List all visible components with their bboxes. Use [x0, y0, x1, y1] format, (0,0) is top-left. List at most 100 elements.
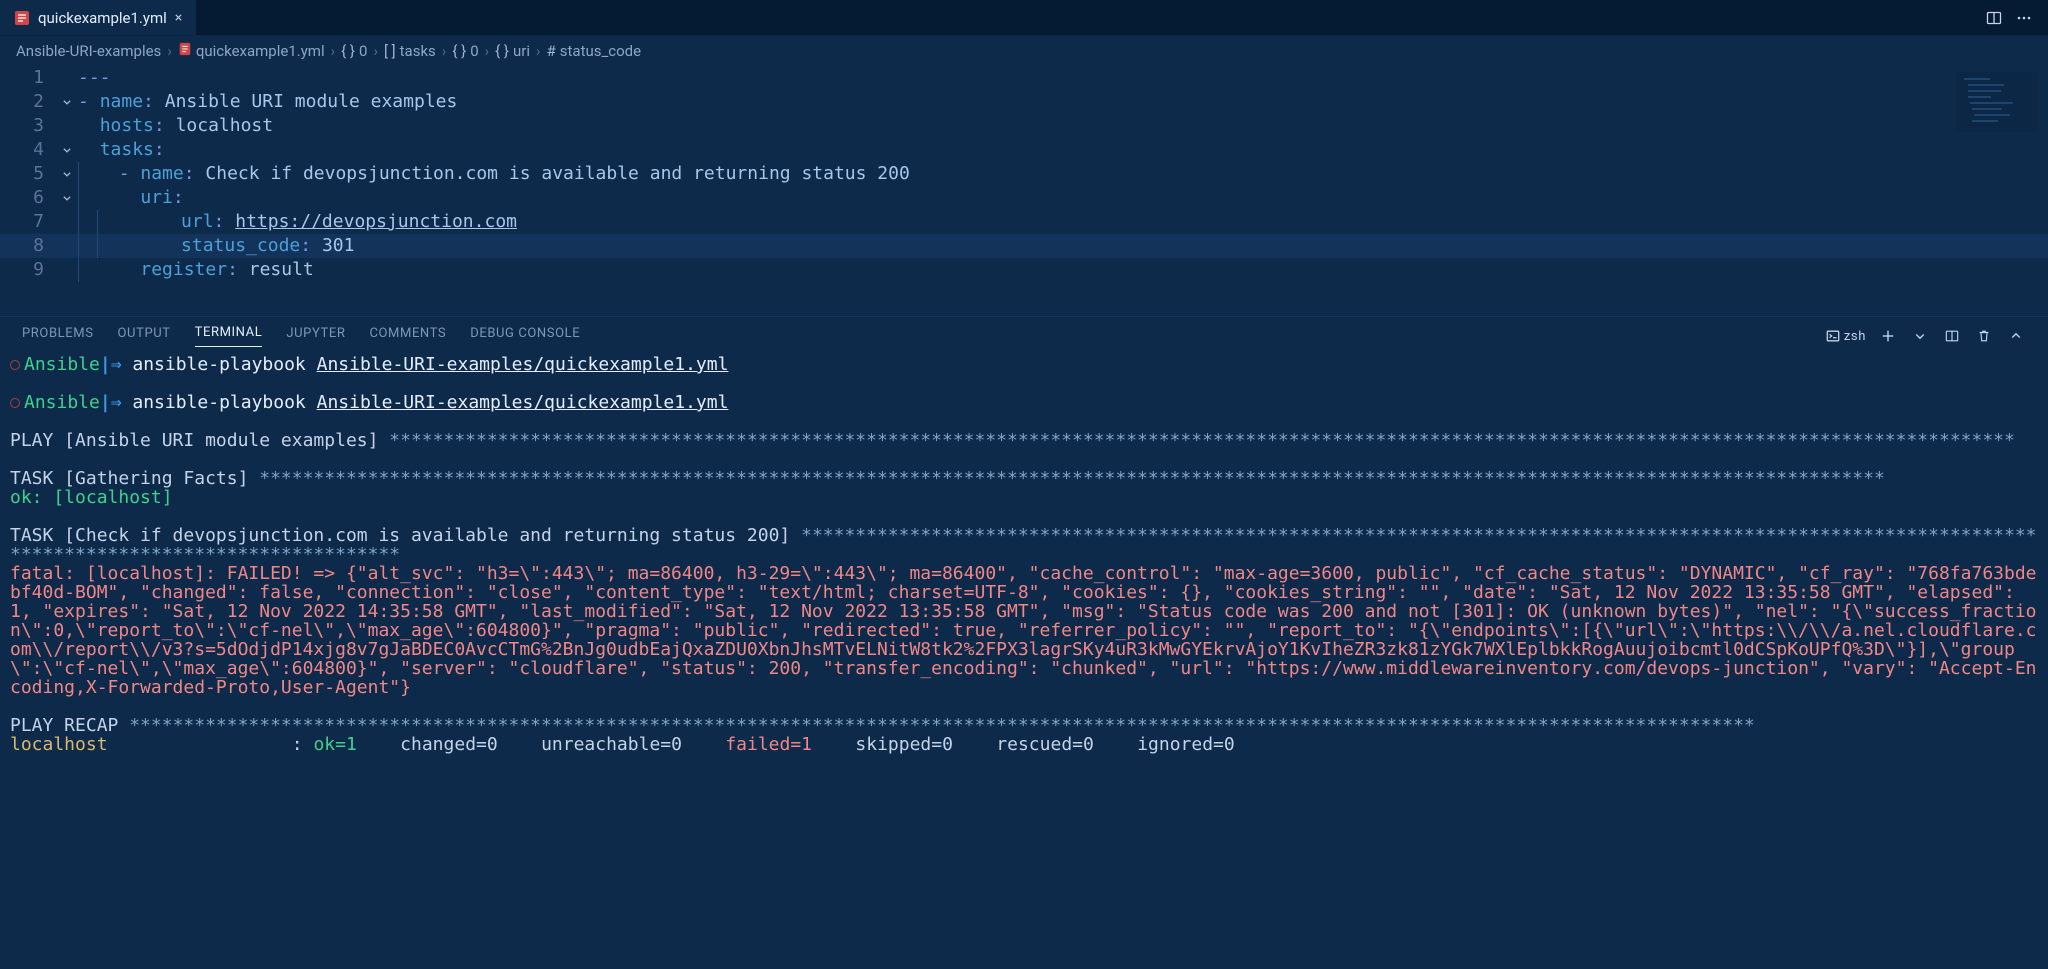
line-number: 6 — [0, 186, 56, 210]
breadcrumb-text: status_code — [560, 42, 641, 60]
code-content: - name: Check if devopsjunction.com is a… — [97, 162, 910, 186]
trash-icon[interactable] — [1974, 326, 1994, 346]
code-content: hosts: localhost — [78, 114, 273, 138]
tab-bar: quickexample1.yml × — [0, 0, 2048, 36]
shell-name: zsh — [1844, 329, 1866, 344]
braces-icon: { } — [452, 42, 466, 60]
editor[interactable]: 1 --- 2 - name: Ansible URI module examples… — [0, 66, 2048, 316]
breadcrumb[interactable]: Ansible-URI-examples › quickexample1.yml › {… — [0, 36, 2048, 66]
prompt-command: ansible-playbook — [132, 392, 316, 413]
fold-toggle[interactable] — [56, 145, 78, 155]
braces-icon: { } — [341, 42, 355, 60]
breadcrumb-sep: › — [442, 42, 447, 60]
panel-tab-problems[interactable]: PROBLEMS — [22, 326, 94, 347]
breadcrumb-text: 0 — [359, 42, 367, 60]
breadcrumb-item[interactable]: { } 0 — [341, 42, 367, 60]
more-actions-icon[interactable] — [2014, 8, 2034, 28]
indent-guide — [78, 258, 97, 282]
breadcrumb-sep: › — [167, 42, 172, 60]
panel-tab-jupyter[interactable]: JUPYTER — [286, 326, 345, 347]
breadcrumb-sep: › — [373, 42, 378, 60]
fold-toggle[interactable] — [56, 97, 78, 107]
split-terminal-icon[interactable] — [1942, 326, 1962, 346]
minimap[interactable] — [1956, 72, 2038, 132]
code-line[interactable]: 1 --- — [0, 66, 2048, 90]
prompt-arg: Ansible-URI-examples/quickexample1.yml — [317, 392, 729, 413]
code-line[interactable]: 3 hosts: localhost — [0, 114, 2048, 138]
chevron-down-icon[interactable] — [1910, 326, 1930, 346]
line-number: 9 — [0, 258, 56, 282]
breadcrumb-item[interactable]: { } 0 — [452, 42, 478, 60]
split-editor-icon[interactable] — [1984, 8, 2004, 28]
shell-indicator[interactable]: zsh — [1826, 329, 1866, 344]
tab-close-icon[interactable]: × — [175, 10, 182, 26]
code-content: status_code: 301 — [116, 234, 354, 258]
breadcrumb-sep: › — [536, 42, 541, 60]
code-body[interactable]: 1 --- 2 - name: Ansible URI module examples… — [0, 66, 2048, 282]
breadcrumb-item[interactable]: #status_code — [547, 42, 642, 60]
line-number: 2 — [0, 90, 56, 114]
prompt-env: Ansible — [24, 354, 100, 375]
breadcrumb-item[interactable]: { } uri — [495, 42, 530, 60]
code-line[interactable]: 6 uri: — [0, 186, 2048, 210]
tab-filename: quickexample1.yml — [38, 9, 167, 27]
code-content: uri: — [97, 186, 184, 210]
line-number: 8 — [0, 234, 56, 258]
panel-tab-output[interactable]: OUTPUT — [118, 326, 171, 347]
code-line[interactable]: 8 status_code: 301 — [0, 234, 2048, 258]
breadcrumb-text: tasks — [400, 42, 436, 60]
prompt-circle-icon — [10, 398, 20, 408]
panel-tab-debug-console[interactable]: DEBUG CONSOLE — [470, 326, 580, 347]
code-content: tasks: — [78, 138, 165, 162]
breadcrumb-item[interactable]: quickexample1.yml — [178, 42, 325, 60]
code-line[interactable]: 4 tasks: — [0, 138, 2048, 162]
breadcrumb-text: uri — [513, 42, 530, 60]
breadcrumb-text: quickexample1.yml — [196, 42, 325, 60]
line-number: 1 — [0, 66, 56, 90]
indent-guide — [97, 234, 116, 258]
indent-guide — [97, 210, 116, 234]
new-terminal-icon[interactable] — [1878, 326, 1898, 346]
terminal-output[interactable]: Ansible|⇒ ansible-playbook Ansible-URI-e… — [0, 351, 2048, 967]
indent-guide — [78, 210, 97, 234]
panel-tab-terminal[interactable]: TERMINAL — [195, 325, 263, 347]
brackets-icon: [ ] — [384, 42, 396, 60]
breadcrumb-text: 0 — [470, 42, 478, 60]
code-content: --- — [78, 66, 111, 90]
yaml-file-icon — [14, 10, 30, 26]
fold-toggle[interactable] — [56, 193, 78, 203]
prompt-circle-icon — [10, 360, 20, 370]
code-line[interactable]: 2 - name: Ansible URI module examples — [0, 90, 2048, 114]
line-number: 4 — [0, 138, 56, 162]
braces-icon: { } — [495, 42, 509, 60]
code-content: url: https://devopsjunction.com — [116, 210, 517, 234]
breadcrumb-sep: › — [485, 42, 490, 60]
panel-tab-comments[interactable]: COMMENTS — [369, 326, 446, 347]
hash-icon: # — [547, 42, 556, 60]
code-line[interactable]: 7 url: https://devopsjunction.com — [0, 210, 2048, 234]
prompt-env: Ansible — [24, 392, 100, 413]
fold-toggle[interactable] — [56, 169, 78, 179]
breadcrumb-text: Ansible-URI-examples — [16, 42, 161, 60]
line-number: 3 — [0, 114, 56, 138]
indent-guide — [78, 162, 97, 186]
prompt-command: ansible-playbook — [132, 354, 316, 375]
code-content: - name: Ansible URI module examples — [78, 90, 457, 114]
code-line[interactable]: 5 - name: Check if devopsjunction.com is… — [0, 162, 2048, 186]
indent-guide — [78, 186, 97, 210]
breadcrumb-sep: › — [331, 42, 336, 60]
code-content: register: result — [97, 258, 314, 282]
bottom-panel: PROBLEMS OUTPUT TERMINAL JUPYTER COMMENTS DEB… — [0, 316, 2048, 967]
breadcrumb-item[interactable]: [ ] tasks — [384, 42, 436, 60]
indent-guide — [78, 234, 97, 258]
panel-right-controls: zsh — [1826, 326, 2026, 346]
breadcrumb-item[interactable]: Ansible-URI-examples — [16, 42, 161, 60]
tabbar-right-icons — [1970, 8, 2048, 28]
prompt-arg: Ansible-URI-examples/quickexample1.yml — [317, 354, 729, 375]
line-number: 5 — [0, 162, 56, 186]
tab-active[interactable]: quickexample1.yml × — [0, 0, 196, 35]
chevron-up-icon[interactable] — [2006, 326, 2026, 346]
line-number: 7 — [0, 210, 56, 234]
panel-tabs: PROBLEMS OUTPUT TERMINAL JUPYTER COMMENTS DEB… — [0, 317, 2048, 351]
code-line[interactable]: 9 register: result — [0, 258, 2048, 282]
